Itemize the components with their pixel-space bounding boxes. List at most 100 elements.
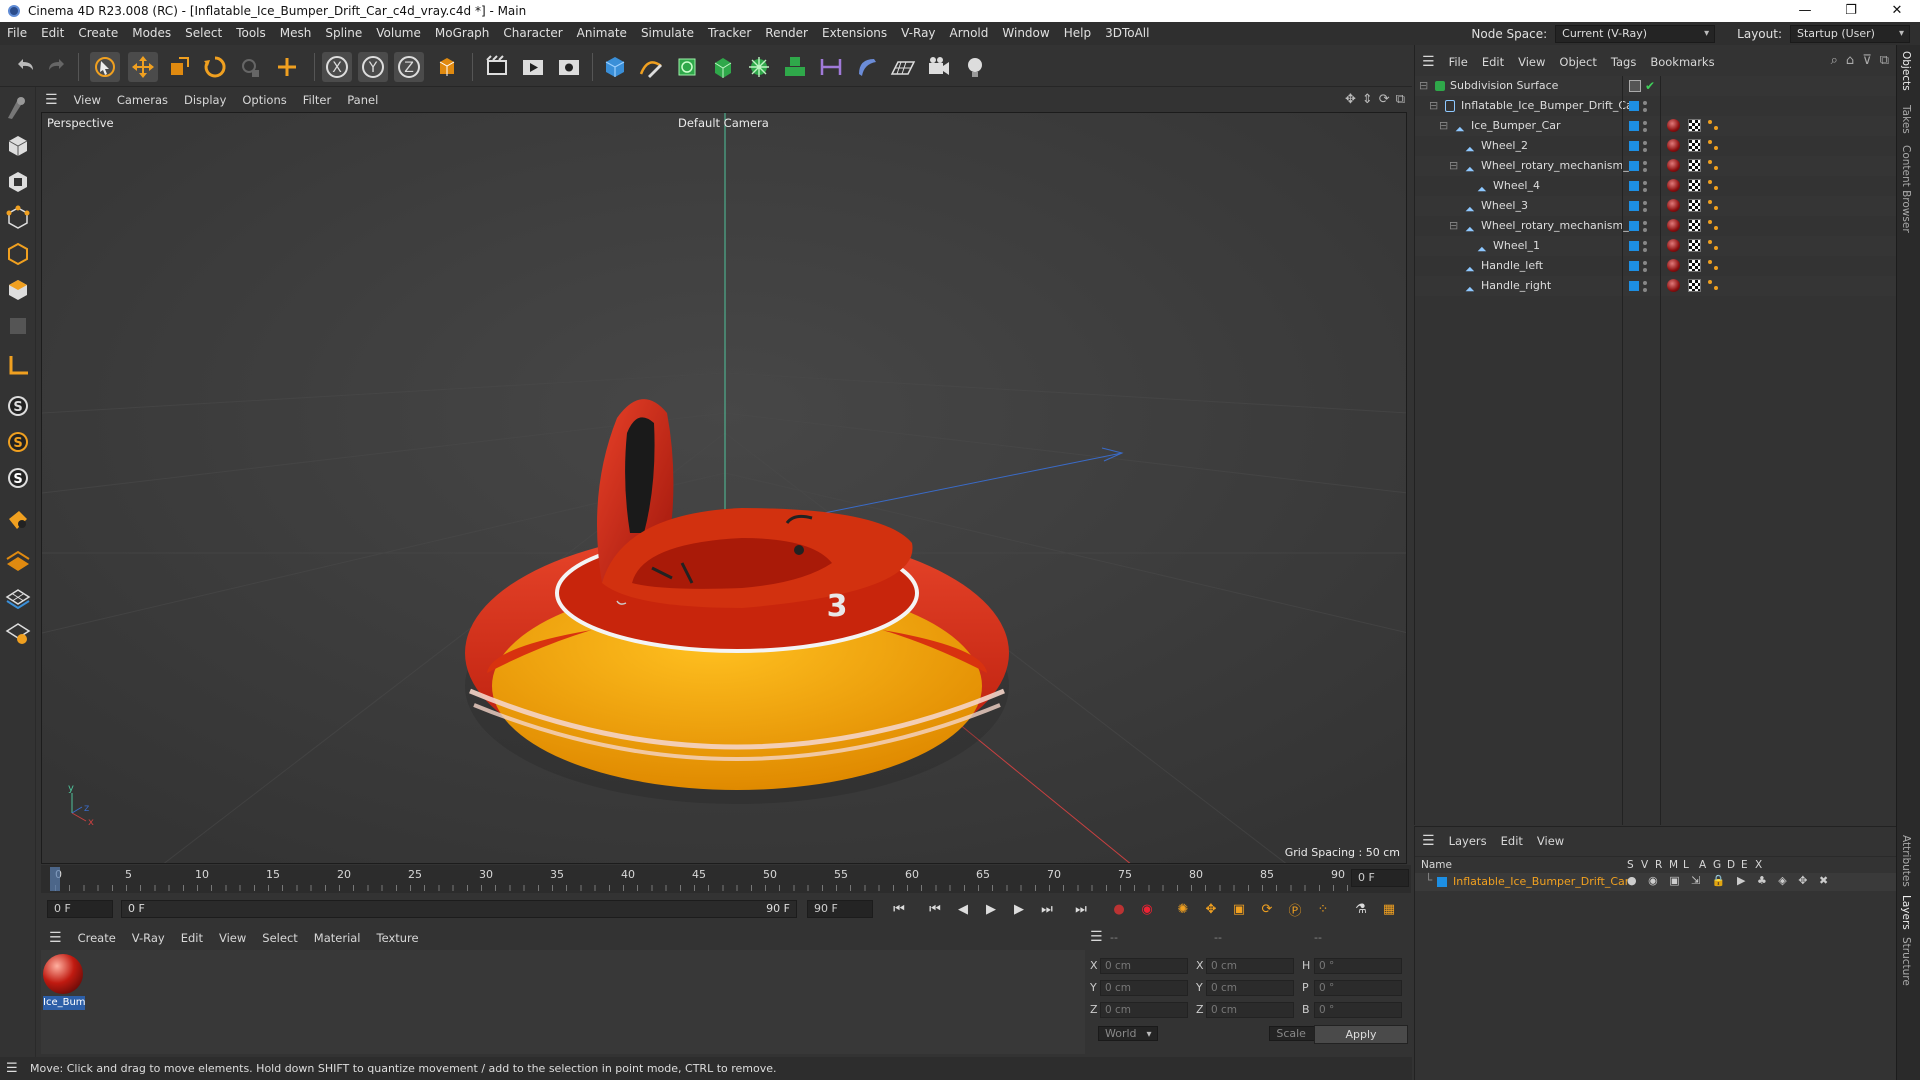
object-row-subdivision-surface[interactable]: ⊟ Subdivision Surface ✔ [1415,76,1897,96]
workplane-snap-icon[interactable]: S [3,463,33,493]
visibility-dots-icon[interactable] [1643,138,1647,154]
edges-mode-icon[interactable] [3,239,33,269]
timeline-ruler[interactable]: 0 5 10 15 20 25 30 35 40 45 50 55 60 65 … [41,865,1411,893]
material-tag-icon[interactable] [1667,199,1680,212]
material-tag-icon[interactable] [1667,139,1680,152]
material-tag-icon[interactable] [1667,119,1680,132]
viewport-rotate-icon[interactable]: ⟳ [1379,92,1390,107]
viewport-menu-cameras[interactable]: Cameras [109,88,176,112]
viewport-menu-panel[interactable]: Panel [339,88,386,112]
layer-flag-locked[interactable]: L [1683,859,1689,871]
material-menu-view[interactable]: View [211,926,254,950]
vray-tag-icon[interactable] [1708,179,1720,192]
timeline-playhead[interactable] [50,867,60,891]
material-menu-texture[interactable]: Texture [369,926,427,950]
menu-mograph[interactable]: MoGraph [428,22,497,45]
size-y-field[interactable]: 0 cm [1206,980,1294,996]
minimize-button[interactable]: — [1782,0,1828,22]
layer-color-icon[interactable] [1629,281,1639,291]
recent-tools-icon[interactable] [236,52,266,82]
material-swatch[interactable]: Ice_Bum [43,954,85,1010]
mograph-cloner-icon[interactable] [744,52,774,82]
layer-flag-generators[interactable]: G [1713,859,1721,871]
field-deformer-icon[interactable] [816,52,846,82]
tab-layers[interactable]: Layers [1900,895,1912,930]
go-to-start-icon[interactable]: ⏮ [887,898,911,920]
size-z-field[interactable]: 0 cm [1206,1002,1294,1018]
layer-color-icon[interactable] [1629,261,1639,271]
object-row-wheel-rotary-mechanism-2[interactable]: ⊟ ⏶ Wheel_rotary_mechanism_2 [1415,156,1897,176]
menu-extensions[interactable]: Extensions [815,22,894,45]
axis-mode-icon[interactable] [3,351,33,381]
live-selection-icon[interactable] [90,52,120,82]
layer-color-icon[interactable] [1629,141,1639,151]
timeline-window-icon[interactable]: ▦ [1377,898,1401,920]
y-axis-lock-icon[interactable]: Y [358,52,388,82]
layer-flag-icons[interactable]: ● ◉ ▣ ⇲ 🔒 ▶ ♣ ◈ ✥ ✖ [1627,874,1832,887]
layer-flag-render[interactable]: R [1655,859,1662,871]
menu-character[interactable]: Character [496,22,569,45]
rotate-tool-icon[interactable] [200,52,230,82]
position-x-field[interactable]: 0 cm [1100,958,1188,974]
floor-object-icon[interactable] [888,52,918,82]
objects-menu-edit[interactable]: Edit [1475,50,1511,74]
visibility-dots-icon[interactable] [1643,118,1647,134]
scale-tool-icon[interactable] [164,52,194,82]
menu-vray[interactable]: V-Ray [894,22,942,45]
layer-flag-animation[interactable]: A [1699,859,1706,871]
layer-color-icon[interactable] [1629,221,1639,231]
material-tag-icon[interactable] [1667,259,1680,272]
previous-key-icon[interactable]: ⏮ [923,898,947,920]
points-mode-icon[interactable] [3,203,33,233]
layer-flag-deformers[interactable]: D [1727,859,1735,871]
collapse-toggle-icon[interactable]: ⊟ [1419,76,1428,96]
uvw-tag-icon[interactable] [1688,259,1701,272]
menu-window[interactable]: Window [995,22,1056,45]
rotation-h-field[interactable]: 0 ° [1314,958,1402,974]
collapse-toggle-icon[interactable]: ⊟ [1449,156,1458,176]
collapse-toggle-icon[interactable]: ⊟ [1449,216,1458,236]
layers-menu-layers[interactable]: Layers [1442,834,1494,848]
tab-structure[interactable]: Structure [1900,937,1912,986]
x-axis-lock-icon[interactable]: X [322,52,352,82]
object-row-ice-bumper-car[interactable]: ⊟ ⏶ Ice_Bumper_Car [1415,116,1897,136]
uvw-tag-icon[interactable] [1688,139,1701,152]
material-tag-icon[interactable] [1667,239,1680,252]
grid-plane-icon[interactable] [3,581,33,611]
vray-tag-icon[interactable] [1708,239,1720,252]
objects-menu-view[interactable]: View [1511,50,1552,74]
material-tag-icon[interactable] [1667,219,1680,232]
filter-icon[interactable]: ⊽ [1862,53,1872,68]
viewport-menu-display[interactable]: Display [176,88,234,112]
vray-tag-icon[interactable] [1708,279,1720,292]
enabled-check-icon[interactable]: ✔ [1645,76,1655,96]
rotation-b-field[interactable]: 0 ° [1314,1002,1402,1018]
coordinate-mode-dropdown[interactable]: World [1098,1026,1158,1041]
light-object-icon[interactable] [960,52,990,82]
objects-menu-bookmarks[interactable]: Bookmarks [1643,50,1721,74]
layout-dropdown[interactable]: Startup (User) [1790,24,1910,43]
material-tag-icon[interactable] [1667,179,1680,192]
layer-color-icon[interactable] [1437,877,1447,887]
menu-modes[interactable]: Modes [125,22,178,45]
viewport-hamburger-icon[interactable]: ☰ [37,88,66,112]
viewport-pan-icon[interactable]: ✥ [1345,92,1356,107]
menu-help[interactable]: Help [1057,22,1098,45]
visibility-dots-icon[interactable] [1643,218,1647,234]
menu-select[interactable]: Select [178,22,229,45]
vray-tag-icon[interactable] [1708,259,1720,272]
object-row-wheel-3[interactable]: ⏶ Wheel_3 [1415,196,1897,216]
autokey-icon[interactable]: ● [1107,898,1131,920]
move-tool-icon[interactable] [128,52,158,82]
vray-tag-icon[interactable] [1708,119,1720,132]
soft-selection-icon[interactable] [3,505,33,535]
position-z-field[interactable]: 0 cm [1100,1002,1188,1018]
object-row-wheel-4[interactable]: ⏶ Wheel_4 [1415,176,1897,196]
extrude-generator-icon[interactable] [708,52,738,82]
objects-hamburger-icon[interactable]: ☰ [1415,50,1442,74]
close-button[interactable]: ✕ [1874,0,1920,22]
uvw-tag-icon[interactable] [1688,179,1701,192]
menu-volume[interactable]: Volume [369,22,428,45]
previous-frame-icon[interactable]: ◀ [951,898,975,920]
pen-spline-icon[interactable] [636,52,666,82]
